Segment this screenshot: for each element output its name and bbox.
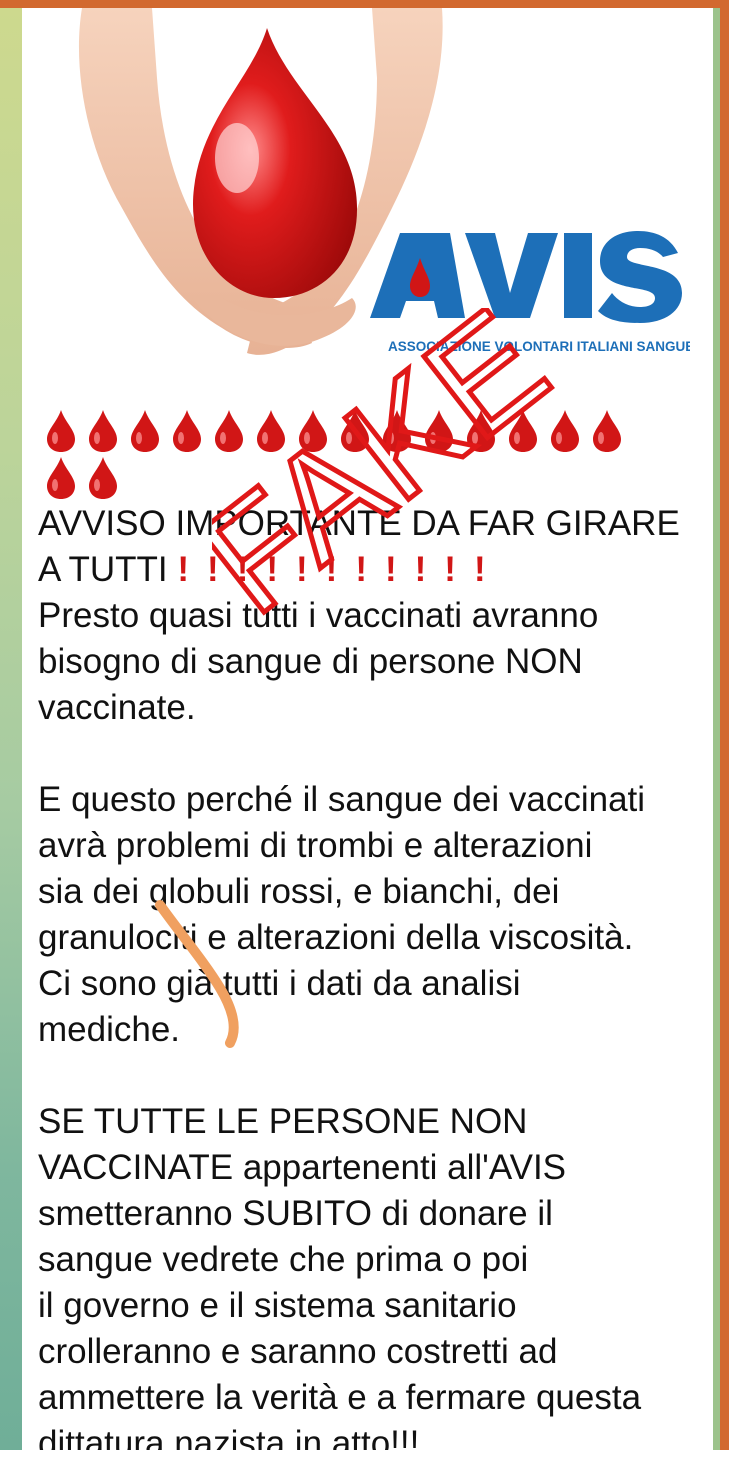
- text-line: sangue vedrete che prima o poi: [38, 1240, 529, 1279]
- blood-drop-icon: [47, 410, 75, 452]
- text-line: crolleranno e saranno costretti ad: [38, 1332, 558, 1371]
- text-line: VACCINATE appartenenti all'AVIS: [38, 1148, 567, 1187]
- blood-drop-icon: [89, 410, 117, 452]
- blood-drop-icon: [173, 410, 201, 452]
- message-bubble[interactable]: ASSOCIAZIONE VOLONTARI ITALIANI SANGUE A…: [22, 8, 713, 1463]
- heading-line-end: A TUTTI: [38, 550, 168, 589]
- text-line: bisogno di sangue di persone NON: [38, 642, 583, 681]
- heading-line: AVVISO IMPORTANTE DA FAR GIRARE: [38, 504, 680, 543]
- text-line: mediche.: [38, 1010, 181, 1049]
- blood-drop-icon: [257, 410, 285, 452]
- heading-line: A TUTTI !!!!!!!!!!!: [38, 547, 708, 593]
- text-line: avrà problemi di trombi e alterazioni: [38, 826, 593, 865]
- avis-tagline: ASSOCIAZIONE VOLONTARI ITALIANI SANGUE: [388, 339, 690, 354]
- text-line: smetteranno SUBITO di donare il: [38, 1194, 553, 1233]
- text-line: E questo perché il sangue dei vaccinati: [38, 780, 646, 819]
- text-line: Ci sono già tutti i dati da analisi: [38, 964, 521, 1003]
- blood-drop-row-2: [42, 455, 682, 501]
- exclamation-marks: !!!!!!!!!!!: [177, 550, 504, 589]
- avis-logo: ASSOCIAZIONE VOLONTARI ITALIANI SANGUE: [370, 231, 690, 354]
- chat-background-right: [713, 8, 729, 1458]
- blood-drop-icon: [131, 410, 159, 452]
- blood-drop-icon: [509, 410, 537, 452]
- blood-drop-icon: [89, 457, 117, 499]
- avis-header-image: ASSOCIAZIONE VOLONTARI ITALIANI SANGUE: [22, 8, 713, 398]
- blood-drop-icon: [383, 410, 411, 452]
- text-line: Presto quasi tutti i vaccinati avranno: [38, 596, 599, 635]
- blood-drop-icon: [551, 410, 579, 452]
- text-line: granulociti e alterazioni della viscosit…: [38, 918, 634, 957]
- blood-drop-icon: [425, 410, 453, 452]
- text-line: dittatura nazista in atto!!!: [38, 1424, 420, 1463]
- chat-background-left: [0, 8, 22, 1458]
- blood-drop-icon: [299, 410, 327, 452]
- blood-drop-icon: [47, 457, 75, 499]
- blood-drop-icon: [467, 410, 495, 452]
- text-line: vaccinate.: [38, 688, 196, 727]
- text-line: sia dei globuli rossi, e bianchi, dei: [38, 872, 560, 911]
- message-text[interactable]: AVVISO IMPORTANTE DA FAR GIRARE A TUTTI …: [38, 501, 708, 1467]
- bottom-border: [0, 1450, 729, 1458]
- blood-drop-icon: [341, 410, 369, 452]
- text-line: SE TUTTE LE PERSONE NON: [38, 1102, 528, 1141]
- blood-drop-icon: [593, 410, 621, 452]
- window-top-border: [0, 0, 729, 8]
- blood-drop-row-1: [42, 408, 682, 454]
- text-line: ammettere la verità e a fermare questa: [38, 1378, 642, 1417]
- text-line: il governo e il sistema sanitario: [38, 1286, 517, 1325]
- blood-drop-icon: [215, 410, 243, 452]
